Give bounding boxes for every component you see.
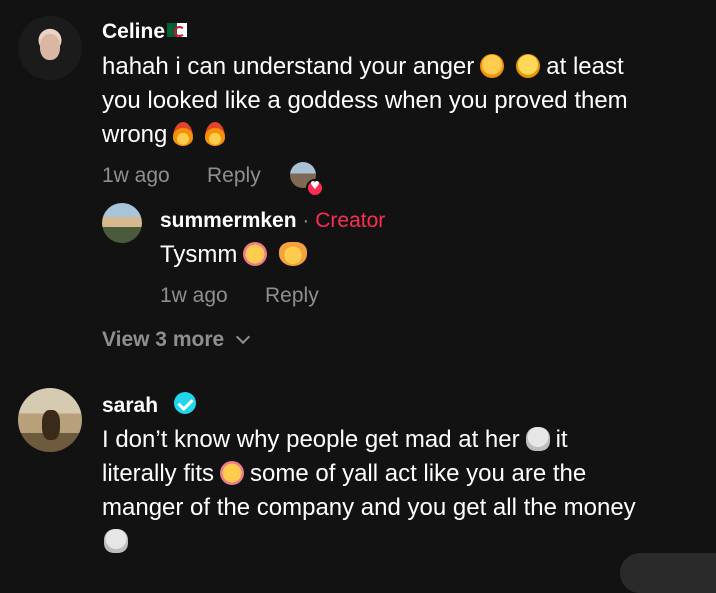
verified-icon — [174, 392, 196, 414]
avatar-sarah[interactable] — [18, 388, 82, 452]
comment-text-part: at least — [546, 53, 624, 80]
comment-text: I don’t know why people get mad at her it… — [102, 423, 712, 559]
comment-time: 1w ago — [102, 164, 170, 187]
avatar-figure — [42, 410, 60, 440]
comment-text-part: manger of the company and you get all th… — [102, 494, 636, 521]
partial-floating-button[interactable] — [620, 553, 716, 593]
comment-username[interactable]: Celine — [102, 20, 188, 44]
view-more-replies-button[interactable]: View 3 more — [102, 328, 251, 352]
view-more-label: View 3 more — [102, 328, 225, 351]
comment-username[interactable]: sarah — [102, 394, 158, 418]
algeria-flag-icon — [167, 23, 188, 37]
skull-emoji — [104, 529, 128, 553]
comment-text-part: some of yall act like you are the — [250, 460, 587, 487]
username-text: sarah — [102, 394, 159, 417]
avatar-celine[interactable] — [18, 16, 82, 80]
comment-text-part: hahah i can understand your anger — [102, 53, 475, 80]
comment-text-part: literally fits — [102, 460, 215, 487]
reply-text: Tysmm — [160, 238, 313, 272]
reply-time: 1w ago — [160, 284, 228, 307]
separator-dot: · — [302, 209, 310, 232]
heart-hands-emoji — [279, 242, 308, 266]
smiling-hearts-emoji — [220, 461, 245, 485]
avatar-face — [40, 34, 60, 60]
fire-emoji — [173, 122, 194, 146]
reply-button[interactable]: Reply — [265, 284, 319, 308]
reply-text-part: Tysmm — [160, 241, 238, 268]
avatar-summermken[interactable] — [102, 203, 142, 243]
comment-text-part: you looked like a goddess when you prove… — [102, 87, 628, 114]
heart-icon — [306, 179, 324, 197]
smiling-hearts-emoji — [243, 242, 268, 266]
creator-badge: Creator — [315, 209, 386, 232]
comment-text-part: it — [555, 426, 568, 453]
comment-text-part: I don’t know why people get mad at her — [102, 426, 520, 453]
reply-button[interactable]: Reply — [207, 164, 261, 188]
fire-emoji — [205, 122, 226, 146]
comment-text-part: wrong — [102, 121, 168, 148]
reply-username[interactable]: summermken · Creator — [160, 209, 385, 233]
username-text: Celine — [102, 20, 166, 43]
comment-text: hahah i can understand your anger at leas… — [102, 50, 702, 152]
crying-face-emoji — [480, 54, 505, 78]
chevron-down-icon — [236, 329, 251, 345]
laughing-face-emoji — [516, 54, 541, 78]
skull-emoji — [525, 427, 550, 451]
username-text: summermken — [160, 209, 297, 232]
